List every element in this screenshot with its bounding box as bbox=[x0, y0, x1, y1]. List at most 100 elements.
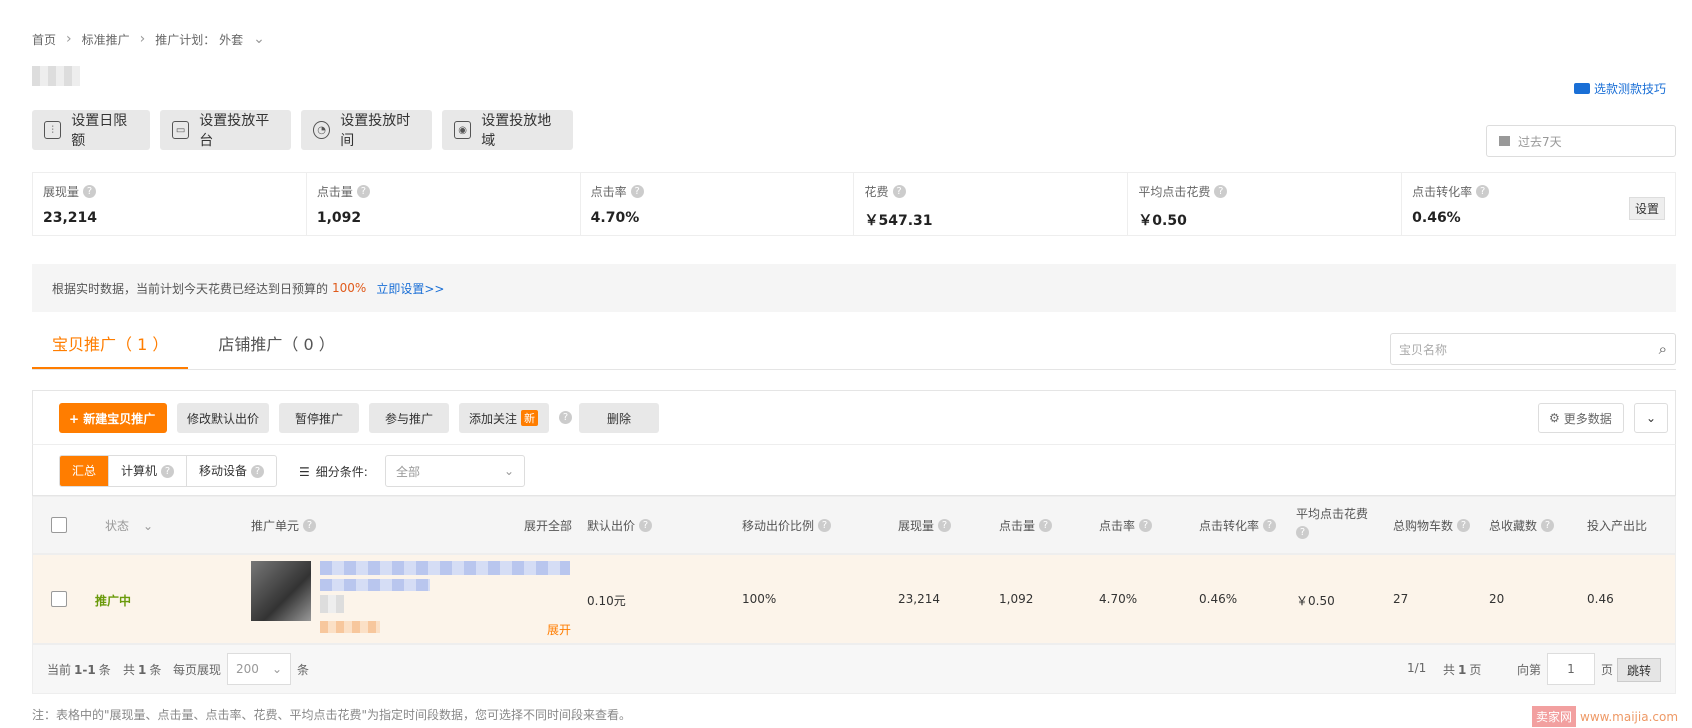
fav-column-header[interactable]: 总收藏数? bbox=[1489, 517, 1555, 534]
help-icon[interactable]: ? bbox=[1039, 519, 1053, 532]
row-fav: 20 bbox=[1489, 592, 1505, 606]
stat-cpc: 平均点击花费? ￥0.50 bbox=[1128, 173, 1403, 235]
help-icon[interactable]: ? bbox=[356, 185, 370, 198]
set-time-button[interactable]: ◔ 设置投放时间 bbox=[301, 110, 432, 150]
breadcrumb-plan[interactable]: 推广计划： 外套 bbox=[155, 31, 243, 48]
ctr-column-header[interactable]: 点击率? bbox=[1099, 517, 1153, 534]
action-toolbar: + 新建宝贝推广 修改默认出价 暂停推广 参与推广 添加关注新 ? 删除 ⚙ 更多… bbox=[32, 390, 1676, 444]
row-status: 推广中 bbox=[95, 594, 132, 608]
help-icon[interactable]: ? bbox=[818, 519, 832, 532]
table-row: 推广中 展开 0.10元 100% 23,214 1,092 4.70% 0.4… bbox=[32, 554, 1676, 644]
help-icon[interactable]: ? bbox=[1263, 519, 1277, 532]
clicks-column-header[interactable]: 点击量? bbox=[999, 517, 1053, 534]
row-ctr: 4.70% bbox=[1099, 592, 1138, 606]
cvr-column-header[interactable]: 点击转化率? bbox=[1199, 517, 1277, 534]
set-platform-button[interactable]: ▭ 设置投放平台 bbox=[160, 110, 291, 150]
list-icon: ☰ bbox=[299, 464, 310, 479]
stats-summary: 展现量? 23,214 点击量? 1,092 点击率? 4.70% 花费? ￥5… bbox=[32, 172, 1676, 236]
cpc-column-header[interactable]: 平均点击花费? bbox=[1296, 505, 1368, 539]
tab-item-promotion[interactable]: 宝贝推广（ 1 ） bbox=[32, 320, 189, 369]
segment-all[interactable]: 汇总 bbox=[60, 456, 110, 486]
stat-ctr: 点击率? 4.70% bbox=[581, 173, 855, 235]
expand-all-link[interactable]: 展开全部 bbox=[524, 517, 572, 534]
chevron-down-icon: ⌄ bbox=[503, 464, 514, 478]
footnote: 注：表格中的"展现量、点击量、点击率、花费、平均点击花费"为指定时间段数据，您可… bbox=[32, 708, 632, 722]
stat-impressions: 展现量? 23,214 bbox=[33, 173, 307, 235]
help-icon[interactable]: ? bbox=[251, 464, 265, 478]
calendar-icon bbox=[1499, 136, 1510, 146]
modify-bid-button[interactable]: 修改默认出价 bbox=[177, 403, 269, 433]
map-pin-icon: ◉ bbox=[454, 121, 472, 139]
stat-cost: 花费? ￥547.31 bbox=[854, 173, 1129, 235]
jump-button[interactable]: 跳转 bbox=[1617, 658, 1661, 682]
goto-label: 向第 bbox=[1517, 663, 1542, 677]
breadcrumb-home[interactable]: 首页 bbox=[32, 31, 56, 48]
help-icon[interactable]: ? bbox=[559, 411, 572, 424]
date-range-picker[interactable]: 过去7天 bbox=[1486, 125, 1676, 157]
collapse-button[interactable]: ⌄ bbox=[1634, 403, 1668, 433]
goto-page-input[interactable]: 1 bbox=[1547, 653, 1595, 685]
status-column-header[interactable]: 状态 ⌄ bbox=[105, 517, 153, 534]
condition-select[interactable]: 全部 ⌄ bbox=[385, 455, 525, 487]
mobile-ratio-column-header: 移动出价比例? bbox=[742, 517, 832, 534]
expand-link[interactable]: 展开 bbox=[547, 621, 571, 638]
blurred-product-title[interactable] bbox=[320, 561, 570, 575]
row-bid[interactable]: 0.10元 bbox=[587, 592, 626, 609]
help-icon[interactable]: ? bbox=[892, 185, 906, 198]
join-button[interactable]: 参与推广 bbox=[369, 403, 449, 433]
breadcrumb-standard[interactable]: 标准推广 bbox=[82, 31, 130, 48]
segment-computer[interactable]: 计算机? bbox=[109, 456, 188, 486]
row-clicks: 1,092 bbox=[999, 592, 1034, 606]
help-icon[interactable]: ? bbox=[1296, 526, 1309, 539]
help-icon[interactable]: ? bbox=[83, 185, 97, 198]
row-checkbox[interactable] bbox=[51, 591, 67, 607]
roi-column-header[interactable]: 投入产出比 bbox=[1587, 517, 1647, 534]
table-header: 状态 ⌄ 推广单元? 展开全部 默认出价? 移动出价比例? 展现量? 点击量? 点… bbox=[32, 496, 1676, 554]
pause-button[interactable]: 暂停推广 bbox=[279, 403, 359, 433]
row-cvr: 0.46% bbox=[1199, 592, 1238, 606]
help-icon[interactable]: ? bbox=[1139, 519, 1153, 532]
row-cpc: ￥0.50 bbox=[1296, 594, 1335, 608]
help-icon[interactable]: ? bbox=[630, 185, 644, 198]
help-icon[interactable]: ? bbox=[1476, 185, 1490, 198]
impressions-column-header[interactable]: 展现量? bbox=[898, 517, 952, 534]
set-now-link[interactable]: 立即设置>> bbox=[376, 280, 444, 297]
item-search-input[interactable]: 宝贝名称 ⌕ bbox=[1390, 333, 1676, 365]
tips-link[interactable]: 选款测款技巧 bbox=[1574, 80, 1666, 97]
per-page-select[interactable]: 200 ⌄ bbox=[227, 653, 291, 685]
chevron-down-icon[interactable]: ⌄ bbox=[253, 31, 265, 47]
help-icon[interactable]: ? bbox=[303, 519, 317, 532]
cart-column-header[interactable]: 总购物车数? bbox=[1393, 517, 1471, 534]
tab-shop-promotion[interactable]: 店铺推广（ 0 ） bbox=[198, 320, 354, 369]
product-thumbnail[interactable] bbox=[251, 561, 311, 621]
delete-button[interactable]: 删除 bbox=[579, 403, 659, 433]
slider-icon: ⫶ bbox=[44, 121, 62, 139]
chevron-right-icon: › bbox=[139, 31, 146, 47]
stat-clicks: 点击量? 1,092 bbox=[307, 173, 581, 235]
chevron-right-icon: › bbox=[66, 31, 72, 47]
more-data-button[interactable]: ⚙ 更多数据 bbox=[1538, 403, 1624, 433]
per-page-label: 每页展现 bbox=[173, 663, 222, 677]
help-icon[interactable]: ? bbox=[1541, 519, 1555, 532]
monitor-icon: ▭ bbox=[172, 121, 190, 139]
set-daily-limit-button[interactable]: ⫶ 设置日限额 bbox=[32, 110, 150, 150]
follow-button[interactable]: 添加关注新 bbox=[459, 403, 549, 433]
new-item-promotion-button[interactable]: + 新建宝贝推广 bbox=[59, 403, 167, 433]
device-segment: 汇总 计算机? 移动设备? bbox=[59, 455, 278, 487]
help-icon[interactable]: ? bbox=[639, 519, 653, 532]
help-icon[interactable]: ? bbox=[1457, 519, 1471, 532]
pager-total: 共1条 bbox=[123, 662, 162, 678]
row-roi: 0.46 bbox=[1587, 592, 1614, 606]
help-icon[interactable]: ? bbox=[938, 519, 952, 532]
select-all-checkbox[interactable] bbox=[51, 517, 67, 533]
gear-icon: ⚙ bbox=[1549, 411, 1560, 425]
chevron-down-icon: ⌄ bbox=[143, 518, 154, 533]
pager-current: 当前 1-1 条 bbox=[47, 662, 111, 678]
help-icon[interactable]: ? bbox=[161, 464, 175, 478]
stats-setting-button[interactable]: 设置 bbox=[1628, 197, 1665, 220]
set-region-button[interactable]: ◉ 设置投放地域 bbox=[442, 110, 573, 150]
help-icon[interactable]: ? bbox=[1214, 185, 1228, 198]
segment-mobile[interactable]: 移动设备? bbox=[187, 456, 276, 486]
chevron-down-icon: ⌄ bbox=[271, 662, 282, 676]
search-icon[interactable]: ⌕ bbox=[1659, 340, 1667, 358]
